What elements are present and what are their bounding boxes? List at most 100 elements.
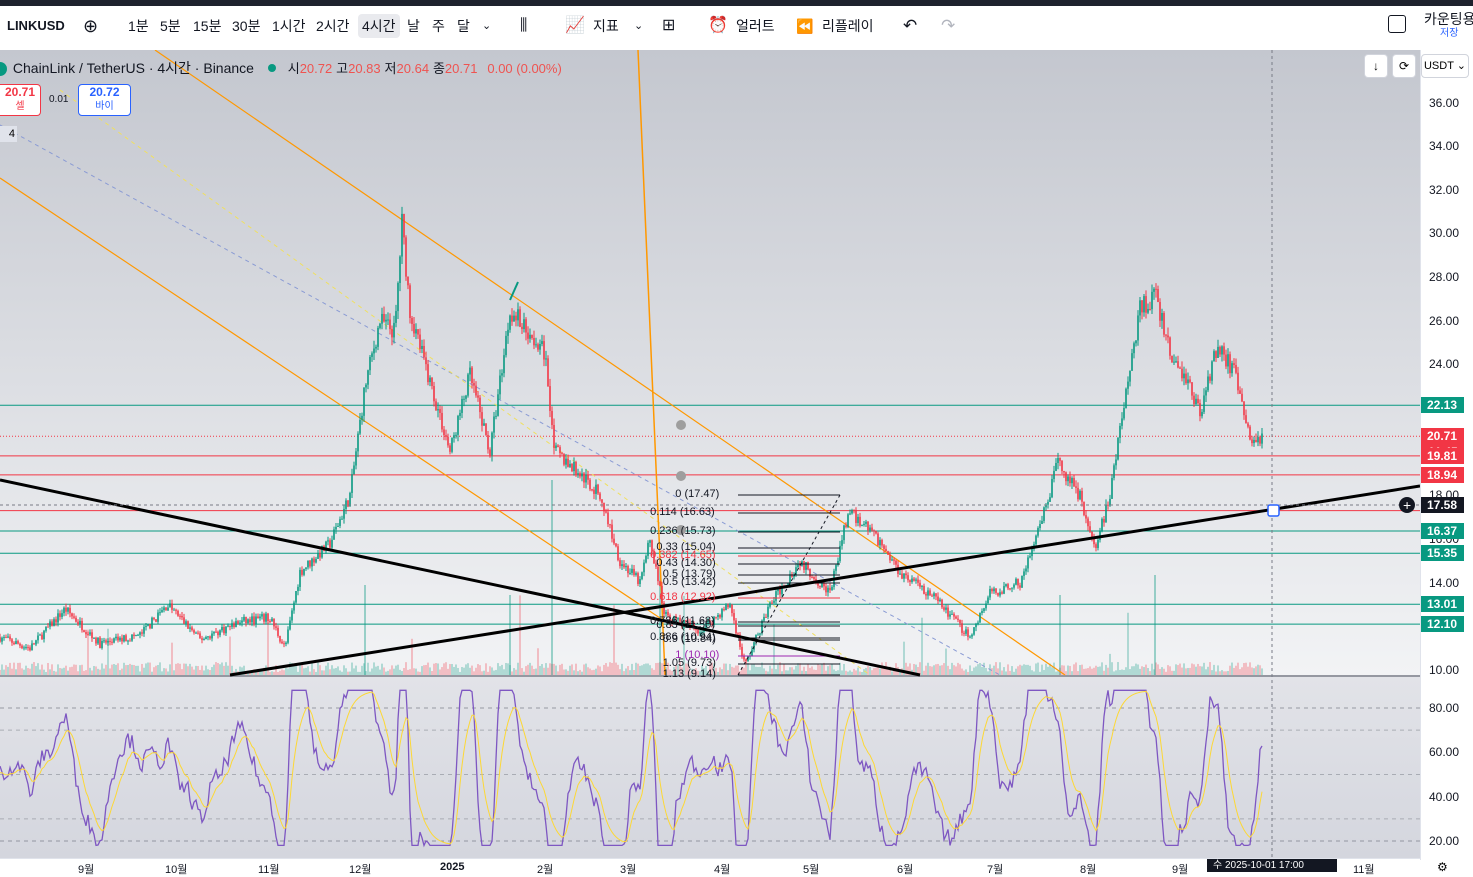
volume-bar — [479, 665, 481, 675]
volume-bar — [871, 670, 873, 675]
redo-icon[interactable]: ↷ — [941, 14, 955, 38]
candle-body — [203, 639, 205, 641]
indicators-icon[interactable]: 📈 — [565, 14, 585, 38]
volume-bar — [385, 671, 387, 675]
undo-icon[interactable]: ↶ — [903, 14, 917, 38]
symbol-search-button[interactable]: LINKUSD — [7, 14, 65, 38]
price-axis-label: 34.00 — [1429, 139, 1460, 154]
price-axis[interactable]: 36.0034.0032.0030.0028.0026.0024.0022.00… — [1420, 50, 1473, 860]
interval-15m[interactable]: 15분 — [193, 14, 221, 38]
candle-body — [253, 616, 255, 625]
candle-body — [759, 633, 761, 635]
volume-bar — [359, 671, 361, 675]
volume-bar — [401, 671, 403, 675]
volume-bar — [835, 670, 837, 675]
indicators-button[interactable]: 지표 — [593, 14, 619, 38]
volume-bar — [763, 668, 765, 675]
sell-button[interactable]: 20.71 셀 — [0, 84, 41, 116]
candle-body — [929, 590, 931, 596]
interval-week[interactable]: 주 — [432, 14, 445, 38]
candle-body — [493, 416, 495, 433]
candle-body — [649, 540, 651, 543]
candle-body — [1047, 501, 1049, 505]
market-status-icon[interactable] — [267, 64, 276, 72]
time-axis[interactable]: 9월 10월 11월 12월 2025 2월 3월 4월 5월 6월 7월 8월 9월 11월 수 202… — [0, 858, 1420, 876]
candle-body — [1213, 351, 1215, 362]
candle-body — [751, 649, 753, 656]
sync-icon[interactable]: ⟳ — [1392, 54, 1416, 78]
candle-body — [161, 610, 163, 613]
candle-body — [843, 525, 845, 541]
volume-bar — [1023, 664, 1025, 675]
volume-bar — [221, 662, 223, 675]
buy-button[interactable]: 20.72 바이 — [78, 84, 131, 116]
volume-bar — [1099, 666, 1101, 675]
interval-dropdown-icon[interactable]: ⌄ — [482, 14, 491, 38]
candle-body — [1123, 407, 1125, 419]
layer-count-badge[interactable]: 4 — [0, 126, 17, 142]
scroll-to-latest-icon[interactable]: ↓ — [1364, 54, 1388, 78]
main-chart[interactable]: + 0 (17.47) 0.114 (16.63) 0.236 (15.73) 0.3… — [0, 50, 1420, 858]
candle-body — [413, 323, 415, 334]
candle-body — [883, 545, 885, 549]
candle-body — [0, 637, 1, 642]
interval-day[interactable]: 날 — [407, 14, 420, 38]
interval-1h[interactable]: 1시간 — [272, 14, 306, 38]
anchor-dot[interactable] — [676, 420, 686, 430]
volume-bar — [1127, 612, 1129, 675]
settings-gear-icon[interactable]: ⚙ — [1437, 860, 1448, 874]
candle-body — [1229, 354, 1231, 374]
legend-title[interactable]: ChainLink / TetherUS · 4시간 · Binance — [13, 60, 254, 76]
candle-body — [517, 309, 519, 321]
volume-bar — [229, 636, 231, 675]
currency-select[interactable]: USDT ⌄ — [1421, 54, 1469, 78]
volume-bar — [1083, 668, 1085, 675]
trendline-anchor-handle[interactable] — [1267, 504, 1280, 517]
volume-bar — [717, 671, 719, 675]
chart-canvas[interactable]: + — [0, 50, 1420, 858]
candle-body — [733, 613, 735, 621]
candle-body — [481, 412, 483, 426]
candle-body — [1063, 471, 1065, 473]
volume-bar — [347, 671, 349, 675]
volume-bar — [647, 663, 649, 675]
interval-5m[interactable]: 5분 — [160, 14, 181, 38]
interval-month[interactable]: 달 — [457, 14, 470, 38]
layouts-icon[interactable]: ⊞ — [662, 14, 675, 38]
candle-body — [1029, 556, 1031, 558]
anchor-dot[interactable] — [676, 471, 686, 481]
volume-bar — [109, 668, 111, 675]
volume-bar — [725, 663, 727, 675]
volume-bar — [487, 671, 489, 675]
candle-body — [1231, 363, 1233, 374]
candle-body — [729, 604, 731, 608]
alert-button[interactable]: 얼러트 — [736, 14, 775, 38]
candle-body — [931, 595, 933, 597]
volume-bar — [767, 671, 769, 675]
candle-body — [1153, 288, 1155, 292]
interval-2h[interactable]: 2시간 — [316, 14, 350, 38]
volume-bar — [375, 666, 377, 675]
volume-bar — [283, 670, 285, 675]
volume-bar — [643, 664, 645, 675]
candle-body — [313, 558, 315, 563]
chart-type-candles-icon[interactable]: ⫼ — [520, 14, 527, 38]
interval-30m[interactable]: 30분 — [232, 14, 260, 38]
alert-icon[interactable]: ⏰ — [708, 14, 728, 38]
candle-body — [559, 447, 561, 454]
candle-body — [421, 345, 423, 350]
interval-1m[interactable]: 1분 — [128, 14, 149, 38]
replay-icon[interactable]: ⏪ — [796, 14, 813, 38]
save-button[interactable]: 저장 — [1440, 27, 1458, 51]
volume-bar — [115, 664, 117, 675]
interval-4h[interactable]: 4시간 — [358, 14, 400, 38]
volume-bar — [1221, 670, 1223, 675]
compare-add-icon[interactable]: ⊕ — [83, 14, 98, 38]
replay-button[interactable]: 리플레이 — [822, 14, 874, 38]
candle-body — [465, 395, 467, 399]
volume-bar — [199, 669, 201, 675]
volume-bar — [309, 671, 311, 675]
indicators-dropdown-icon[interactable]: ⌄ — [634, 14, 643, 38]
fullscreen-icon[interactable] — [1388, 15, 1406, 33]
candle-body — [189, 627, 191, 629]
